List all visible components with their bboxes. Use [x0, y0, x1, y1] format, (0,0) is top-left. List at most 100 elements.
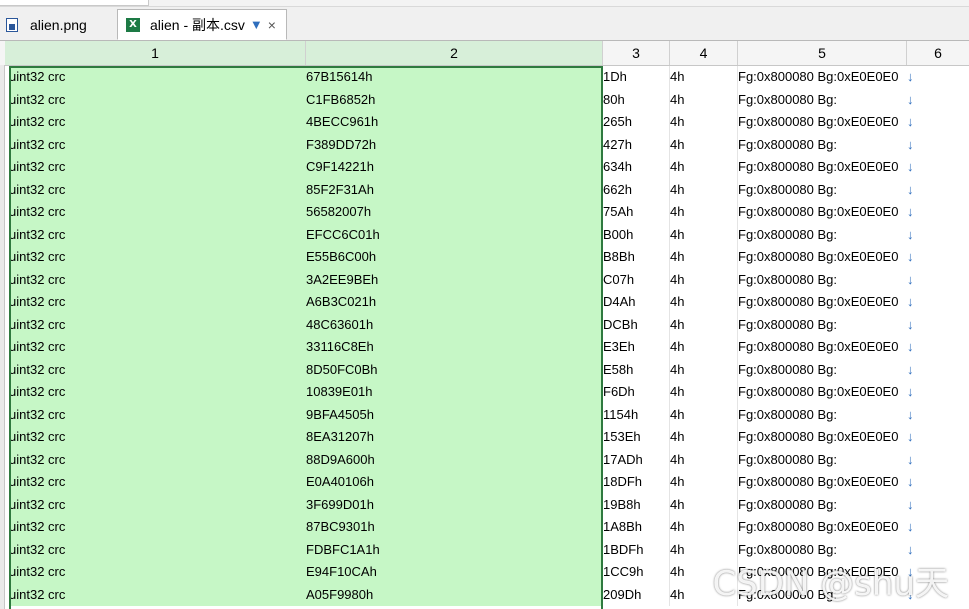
cell-col1[interactable]: uint32 crc — [9, 358, 306, 381]
cell-col5[interactable]: Fg:0x800080 Bg:0xE0E0E0 — [738, 516, 907, 539]
cell-col3[interactable]: 17ADh — [603, 448, 670, 471]
cell-col6[interactable]: ↓ — [907, 89, 969, 112]
cell-col5[interactable]: Fg:0x800080 Bg:0xE0E0E0 — [738, 201, 907, 224]
cell-col4[interactable]: 4h — [670, 291, 738, 314]
cell-col4[interactable]: 4h — [670, 426, 738, 449]
cell-col6[interactable]: ↓ — [907, 156, 969, 179]
cell-col4[interactable]: 4h — [670, 471, 738, 494]
cell-col2[interactable]: E55B6C00h — [306, 246, 603, 269]
cell-col1[interactable]: uint32 crc — [9, 381, 306, 404]
cell-col2[interactable]: F389DD72h — [306, 133, 603, 156]
cell-col3[interactable]: DCBh — [603, 313, 670, 336]
cell-col2[interactable]: 8EA31207h — [306, 426, 603, 449]
cell-col4[interactable]: 4h — [670, 66, 738, 89]
cell-col1[interactable]: uint32 crc — [9, 313, 306, 336]
cell-col2[interactable]: 9BFA4505h — [306, 403, 603, 426]
cell-col3[interactable]: 153Eh — [603, 426, 670, 449]
close-tab-button[interactable]: × — [268, 17, 276, 33]
csv-grid[interactable]: 1 2 3 4 5 6 uint32 crc 67B15614h 1Dh 4h Fg:0… — [0, 41, 969, 609]
cell-col3[interactable]: B00h — [603, 223, 670, 246]
cell-col1[interactable]: uint32 crc — [9, 291, 306, 314]
cell-col2[interactable]: 85F2F31Ah — [306, 178, 603, 201]
cell-col3[interactable]: D4Ah — [603, 291, 670, 314]
filter-icon[interactable]: ▼ — [250, 17, 263, 32]
cell-col2[interactable]: 3F699D01h — [306, 493, 603, 516]
cell-col2[interactable]: 10839E01h — [306, 381, 603, 404]
cell-col1[interactable]: uint32 crc — [9, 88, 306, 111]
cell-col6[interactable]: ↓ — [907, 404, 969, 427]
cell-col3[interactable]: 662h — [603, 178, 670, 201]
cell-col6[interactable]: ↓ — [907, 516, 969, 539]
column-header-1[interactable]: 1 — [5, 41, 306, 65]
column-header-3[interactable]: 3 — [603, 41, 670, 65]
cell-col2[interactable]: A6B3C021h — [306, 291, 603, 314]
cell-col5[interactable]: Fg:0x800080 Bg: — [738, 134, 907, 157]
cell-col2[interactable]: 3A2EE9BEh — [306, 268, 603, 291]
cell-col3[interactable]: 634h — [603, 156, 670, 179]
column-header-2[interactable]: 2 — [306, 41, 603, 65]
cell-col1[interactable]: uint32 crc — [9, 201, 306, 224]
cell-col1[interactable]: uint32 crc — [9, 223, 306, 246]
cell-col1[interactable]: uint32 crc — [9, 493, 306, 516]
cell-col4[interactable]: 4h — [670, 201, 738, 224]
cell-col5[interactable]: Fg:0x800080 Bg:0xE0E0E0 — [738, 156, 907, 179]
cell-col5[interactable]: Fg:0x800080 Bg: — [738, 449, 907, 472]
cell-col2[interactable]: 67B15614h — [306, 66, 603, 89]
cell-col1[interactable]: uint32 crc — [9, 133, 306, 156]
tab-alien-csv[interactable]: X alien - 副本.csv ▼ × — [117, 9, 287, 40]
cell-col4[interactable]: 4h — [670, 178, 738, 201]
cell-col3[interactable]: 209Dh — [603, 583, 670, 606]
cell-col1[interactable]: uint32 crc — [9, 426, 306, 449]
cell-col6[interactable]: ↓ — [907, 494, 969, 517]
cell-col1[interactable]: uint32 crc — [9, 516, 306, 539]
cell-col1[interactable]: uint32 crc — [9, 156, 306, 179]
cell-col2[interactable]: C1FB6852h — [306, 88, 603, 111]
cell-col5[interactable]: Fg:0x800080 Bg:0xE0E0E0 — [738, 426, 907, 449]
cell-col4[interactable]: 4h — [670, 516, 738, 539]
cell-col6[interactable]: ↓ — [907, 336, 969, 359]
cell-col5[interactable]: Fg:0x800080 Bg: — [738, 494, 907, 517]
cell-col5[interactable]: Fg:0x800080 Bg: — [738, 89, 907, 112]
cell-col2[interactable]: 4BECC961h — [306, 111, 603, 134]
cell-col3[interactable]: E3Eh — [603, 336, 670, 359]
cell-col2[interactable]: E0A40106h — [306, 471, 603, 494]
cell-col6[interactable]: ↓ — [907, 269, 969, 292]
cell-col6[interactable]: ↓ — [907, 179, 969, 202]
cell-col4[interactable]: 4h — [670, 493, 738, 516]
cell-col4[interactable]: 4h — [670, 88, 738, 111]
cell-col5[interactable]: Fg:0x800080 Bg:0xE0E0E0 — [738, 336, 907, 359]
cell-col6[interactable]: ↓ — [907, 111, 969, 134]
cell-col5[interactable]: Fg:0x800080 Bg:0xE0E0E0 — [738, 291, 907, 314]
cell-col2[interactable]: FDBFC1A1h — [306, 538, 603, 561]
cell-col4[interactable]: 4h — [670, 381, 738, 404]
column-header-5[interactable]: 5 — [738, 41, 907, 65]
cell-col6[interactable]: ↓ — [907, 359, 969, 382]
cell-col3[interactable]: 80h — [603, 88, 670, 111]
cell-col2[interactable]: 8D50FC0Bh — [306, 358, 603, 381]
cell-col2[interactable]: A05F9980h — [306, 583, 603, 606]
cell-col3[interactable]: 265h — [603, 111, 670, 134]
cell-col2[interactable]: 87BC9301h — [306, 516, 603, 539]
cell-col3[interactable]: E58h — [603, 358, 670, 381]
cell-col6[interactable]: ↓ — [907, 66, 969, 89]
cell-col3[interactable]: F6Dh — [603, 381, 670, 404]
cell-col4[interactable]: 4h — [670, 156, 738, 179]
cell-col6[interactable]: ↓ — [907, 426, 969, 449]
cell-col1[interactable]: uint32 crc — [9, 583, 306, 606]
cell-col1[interactable]: uint32 crc — [9, 403, 306, 426]
cell-col4[interactable]: 4h — [670, 448, 738, 471]
cell-col6[interactable]: ↓ — [907, 134, 969, 157]
cell-col2[interactable]: EFCC6C01h — [306, 223, 603, 246]
cell-col1[interactable]: uint32 crc — [9, 111, 306, 134]
cell-col4[interactable]: 4h — [670, 403, 738, 426]
cell-col6[interactable]: ↓ — [907, 471, 969, 494]
cell-col6[interactable]: ↓ — [907, 246, 969, 269]
cell-col4[interactable]: 4h — [670, 358, 738, 381]
cell-col3[interactable]: 1BDFh — [603, 538, 670, 561]
column-header-4[interactable]: 4 — [670, 41, 738, 65]
cell-col1[interactable]: uint32 crc — [9, 471, 306, 494]
cell-col4[interactable]: 4h — [670, 246, 738, 269]
cell-col1[interactable]: uint32 crc — [9, 448, 306, 471]
cell-col5[interactable]: Fg:0x800080 Bg:0xE0E0E0 — [738, 111, 907, 134]
cell-col5[interactable]: Fg:0x800080 Bg: — [738, 269, 907, 292]
